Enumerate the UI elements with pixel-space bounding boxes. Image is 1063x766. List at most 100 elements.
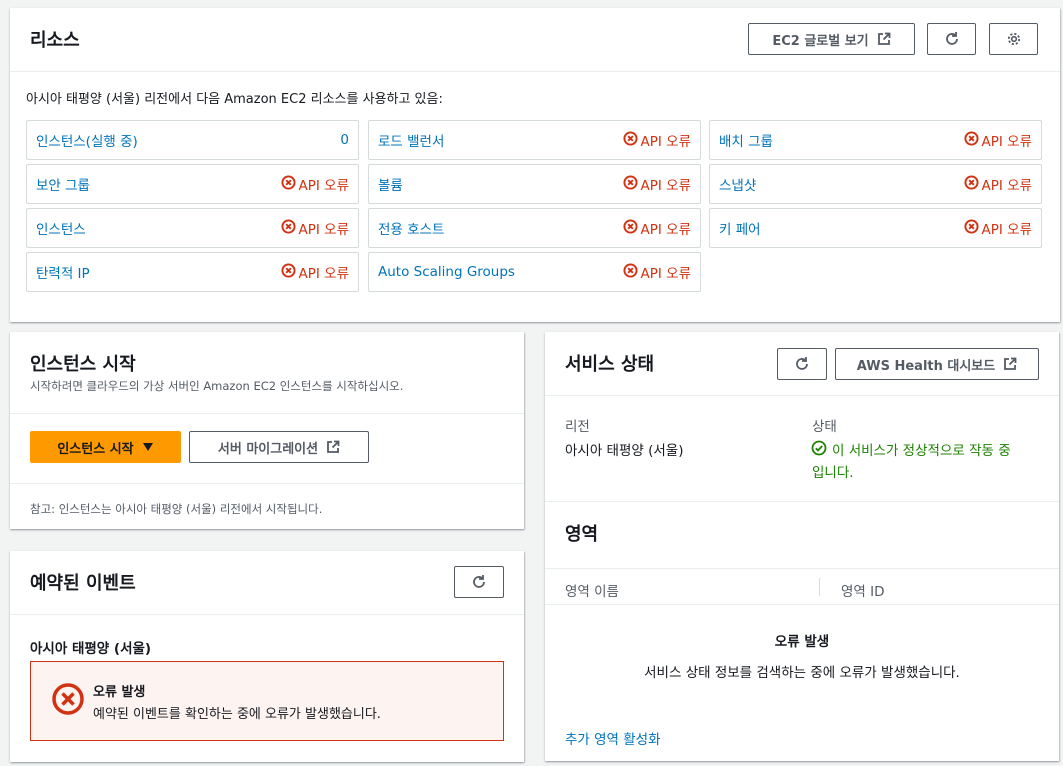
events-region: 아시아 태평양 (서울) <box>30 641 152 657</box>
api-error-status: API 오류 <box>280 218 350 238</box>
resource-name[interactable]: 볼륨 <box>378 174 403 194</box>
zones-col-name: 영역 이름 <box>565 584 619 600</box>
caret-down-icon <box>142 442 154 452</box>
resource-name[interactable]: Auto Scaling Groups <box>378 264 515 280</box>
api-error-status: API 오류 <box>280 174 350 194</box>
events-error-title: 오류 발생 <box>93 685 146 700</box>
launch-note: 참고: 인스턴스는 아시아 태평양 (서울) 리전에서 시작됩니다. <box>30 502 323 516</box>
api-error-label: API 오류 <box>298 266 350 282</box>
refresh-icon <box>471 574 487 590</box>
resource-name[interactable]: 보안 그룹 <box>36 174 90 194</box>
resource-card-placement-groups[interactable]: 배치 그룹 API 오류 <box>709 120 1042 160</box>
zones-table-header: 영역 이름 영역 ID <box>545 568 1059 605</box>
resource-card-instances[interactable]: 인스턴스 API 오류 <box>26 208 359 248</box>
health-region-label: 리전 <box>565 419 590 435</box>
api-error-status: API 오류 <box>963 218 1033 238</box>
health-title: 서비스 상태 <box>565 354 655 375</box>
external-link-icon <box>1003 357 1017 371</box>
scheduled-events-panel: 예약된 이벤트 아시아 태평양 (서울) 오류 발생 예약된 이벤트를 확인하는… <box>10 551 524 762</box>
aws-health-dashboard-label: AWS Health 대시보드 <box>856 358 996 374</box>
events-header: 예약된 이벤트 <box>10 551 524 615</box>
service-health-panel: 서비스 상태 AWS Health 대시보드 리전 아시아 태평양 (서울) 상… <box>545 332 1059 761</box>
resource-card-dedicated-hosts[interactable]: 전용 호스트 API 오류 <box>368 208 701 248</box>
health-status-line2: 입니다. <box>812 465 854 481</box>
error-circle-icon <box>51 682 85 720</box>
api-error-label: API 오류 <box>981 178 1033 194</box>
zones-error-message: 서비스 상태 정보를 검색하는 중에 오류가 발생했습니다. <box>644 665 960 681</box>
resource-name[interactable]: 배치 그룹 <box>719 130 773 150</box>
api-error-label: API 오류 <box>640 178 692 194</box>
resource-card-volumes[interactable]: 볼륨 API 오류 <box>368 164 701 204</box>
events-error-message: 예약된 이벤트를 확인하는 중에 오류가 발생했습니다. <box>93 707 381 722</box>
error-circle-icon <box>622 174 638 194</box>
success-check-icon <box>811 440 827 460</box>
api-error-status: API 오류 <box>963 174 1033 194</box>
external-link-icon <box>326 440 340 454</box>
resource-card-auto-scaling-groups[interactable]: Auto Scaling Groups API 오류 <box>368 252 701 292</box>
ec2-global-view-label: EC2 글로벌 보기 <box>772 33 869 49</box>
launch-header: 인스턴스 시작 시작하려면 클라우드의 가상 서버인 Amazon EC2 인스… <box>10 332 524 414</box>
resource-card-snapshots[interactable]: 스냅샷 API 오류 <box>709 164 1042 204</box>
zones-error-title: 오류 발생 <box>774 634 830 650</box>
api-error-status: API 오류 <box>622 130 692 150</box>
error-circle-icon <box>622 130 638 150</box>
launch-description: 시작하려면 클라우드의 가상 서버인 Amazon EC2 인스턴스를 시작하십… <box>30 379 404 393</box>
error-circle-icon <box>280 262 296 282</box>
resources-intro: 아시아 태평양 (서울) 리전에서 다음 Amazon EC2 리소스를 사용하… <box>26 92 443 107</box>
refresh-icon <box>794 356 810 372</box>
resource-card-security-groups[interactable]: 보안 그룹 API 오류 <box>26 164 359 204</box>
api-error-status: API 오류 <box>622 174 692 194</box>
refresh-icon <box>944 31 960 47</box>
resource-card-instances-running[interactable]: 인스턴스(실행 중) 0 <box>26 120 359 160</box>
resource-name[interactable]: 로드 밸런서 <box>378 130 444 150</box>
api-error-label: API 오류 <box>298 222 350 238</box>
api-error-label: API 오류 <box>640 134 692 150</box>
resource-name[interactable]: 스냅샷 <box>719 174 756 194</box>
resource-count: 0 <box>340 132 349 148</box>
resource-name[interactable]: 키 페어 <box>719 218 761 238</box>
error-circle-icon <box>622 218 638 238</box>
api-error-label: API 오류 <box>981 222 1033 238</box>
ec2-global-view-button[interactable]: EC2 글로벌 보기 <box>748 23 915 55</box>
events-title: 예약된 이벤트 <box>30 573 136 594</box>
api-error-status: API 오류 <box>963 130 1033 150</box>
resources-settings-button[interactable] <box>989 23 1038 55</box>
resource-name[interactable]: 전용 호스트 <box>378 218 444 238</box>
api-error-label: API 오류 <box>298 178 350 194</box>
column-divider <box>819 578 820 596</box>
resources-title: 리소스 <box>30 30 80 51</box>
resources-header: 리소스 EC2 글로벌 보기 <box>10 8 1060 72</box>
server-migration-button[interactable]: 서버 마이그레이션 <box>189 431 369 463</box>
api-error-label: API 오류 <box>640 222 692 238</box>
zones-title: 영역 <box>565 524 599 545</box>
api-error-status: API 오류 <box>622 218 692 238</box>
resource-name[interactable]: 탄력적 IP <box>36 262 90 282</box>
zones-col-id: 영역 ID <box>841 584 885 600</box>
zones-section: 영역 영역 이름 영역 ID 오류 발생 서비스 상태 정보를 검색하는 중에 … <box>545 501 1059 761</box>
resource-card-key-pairs[interactable]: 키 페어 API 오류 <box>709 208 1042 248</box>
events-refresh-button[interactable] <box>454 566 504 598</box>
resource-name[interactable]: 인스턴스 <box>36 218 86 238</box>
enable-additional-zones-link[interactable]: 추가 영역 활성화 <box>565 728 661 748</box>
health-status-label: 상태 <box>812 419 837 435</box>
api-error-status: API 오류 <box>622 262 692 282</box>
resource-name[interactable]: 인스턴스(실행 중) <box>36 130 138 150</box>
api-error-label: API 오류 <box>981 134 1033 150</box>
resource-card-elastic-ips[interactable]: 탄력적 IP API 오류 <box>26 252 359 292</box>
launch-title: 인스턴스 시작 <box>30 354 136 375</box>
gear-icon <box>1006 31 1022 47</box>
api-error-status: API 오류 <box>280 262 350 282</box>
api-error-label: API 오류 <box>640 266 692 282</box>
resources-refresh-button[interactable] <box>927 23 976 55</box>
health-region-value: 아시아 태평양 (서울) <box>565 443 684 459</box>
error-circle-icon <box>963 174 979 194</box>
launch-instance-label: 인스턴스 시작 <box>57 441 134 457</box>
launch-instance-button[interactable]: 인스턴스 시작 <box>30 431 181 463</box>
events-error-alert: 오류 발생 예약된 이벤트를 확인하는 중에 오류가 발생했습니다. <box>30 661 504 741</box>
launch-instance-panel: 인스턴스 시작 시작하려면 클라우드의 가상 서버인 Amazon EC2 인스… <box>10 332 524 529</box>
aws-health-dashboard-button[interactable]: AWS Health 대시보드 <box>835 348 1039 380</box>
health-status-line1: 이 서비스가 정상적으로 작동 중 <box>832 443 1011 459</box>
error-circle-icon <box>622 262 638 282</box>
resource-card-load-balancers[interactable]: 로드 밸런서 API 오류 <box>368 120 701 160</box>
health-refresh-button[interactable] <box>777 348 827 380</box>
